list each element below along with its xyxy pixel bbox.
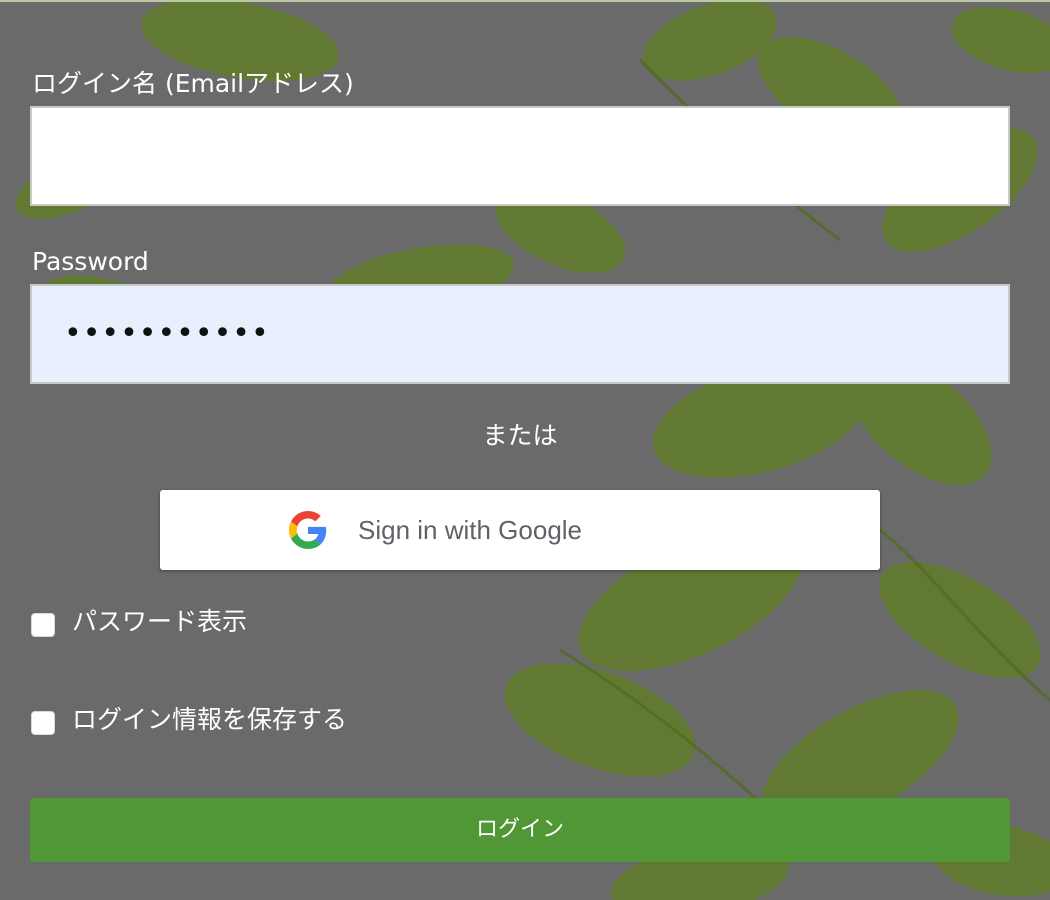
password-label: Password (32, 247, 149, 276)
or-separator: または (482, 421, 558, 450)
login-button[interactable]: ログイン (30, 798, 1010, 862)
google-g-icon (289, 511, 327, 549)
login-name-label: ログイン名 (Emailアドレス) (32, 69, 354, 98)
password-value: ••••••••••• (64, 316, 270, 351)
password-input[interactable]: ••••••••••• (30, 284, 1010, 384)
show-password-checkbox[interactable] (31, 613, 55, 637)
google-sign-in-label: Sign in with Google (358, 515, 583, 545)
login-name-input[interactable] (30, 106, 1010, 206)
login-form: ログイン名 (Emailアドレス) Password ••••••••••• ま… (0, 0, 1050, 900)
remember-login-label[interactable]: ログイン情報を保存する (72, 704, 347, 736)
show-password-label[interactable]: パスワード表示 (72, 606, 247, 638)
remember-login-checkbox[interactable] (31, 711, 55, 735)
